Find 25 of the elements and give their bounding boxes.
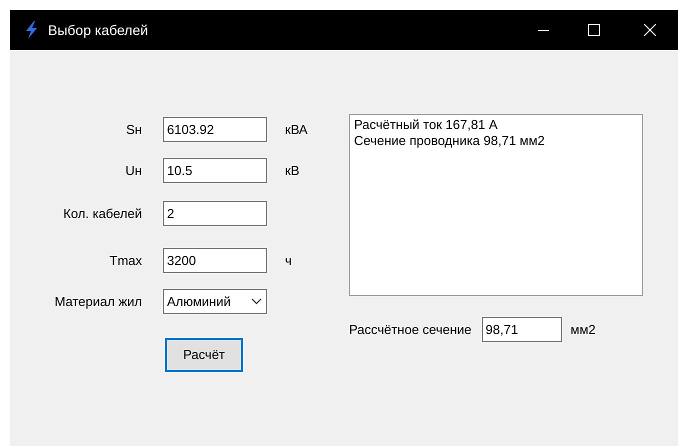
unit-label: мм2 xyxy=(570,320,596,339)
field-label: Tmax xyxy=(108,252,142,270)
field-label: Uн xyxy=(124,162,142,180)
field-label: Sн xyxy=(125,120,142,139)
input-field[interactable]: 3200 xyxy=(163,248,267,273)
input-field[interactable]: 6103.92 xyxy=(163,117,267,142)
field-label: Материал жил xyxy=(54,292,142,311)
output-line: Расчётный ток 167,81 А xyxy=(354,117,499,133)
maximize-icon xyxy=(588,24,600,36)
result-field[interactable]: 98,71 xyxy=(482,317,562,342)
unit-label: ч xyxy=(285,252,292,270)
field-label: Кол. кабелей xyxy=(62,204,142,223)
window-title: Выбор кабелей xyxy=(48,20,148,40)
lightning-icon xyxy=(24,21,38,39)
unit-label: кВА xyxy=(285,120,308,139)
input-field[interactable]: 10.5 xyxy=(163,158,267,183)
calculate-button[interactable]: Расчёт xyxy=(165,338,243,372)
unit-label: кВ xyxy=(285,162,300,180)
material-dropdown[interactable]: Алюминий xyxy=(163,289,267,314)
result-label: Рассчётное сечение xyxy=(349,320,472,339)
output-line: Сечение проводника 98,71 мм2 xyxy=(354,133,546,149)
output-text-area[interactable]: Расчётный ток 167,81 А Сечение проводника 98,71 мм2 xyxy=(349,114,643,296)
input-field[interactable]: 2 xyxy=(163,201,267,226)
chevron-down-icon xyxy=(251,298,262,305)
close-icon xyxy=(644,24,656,36)
